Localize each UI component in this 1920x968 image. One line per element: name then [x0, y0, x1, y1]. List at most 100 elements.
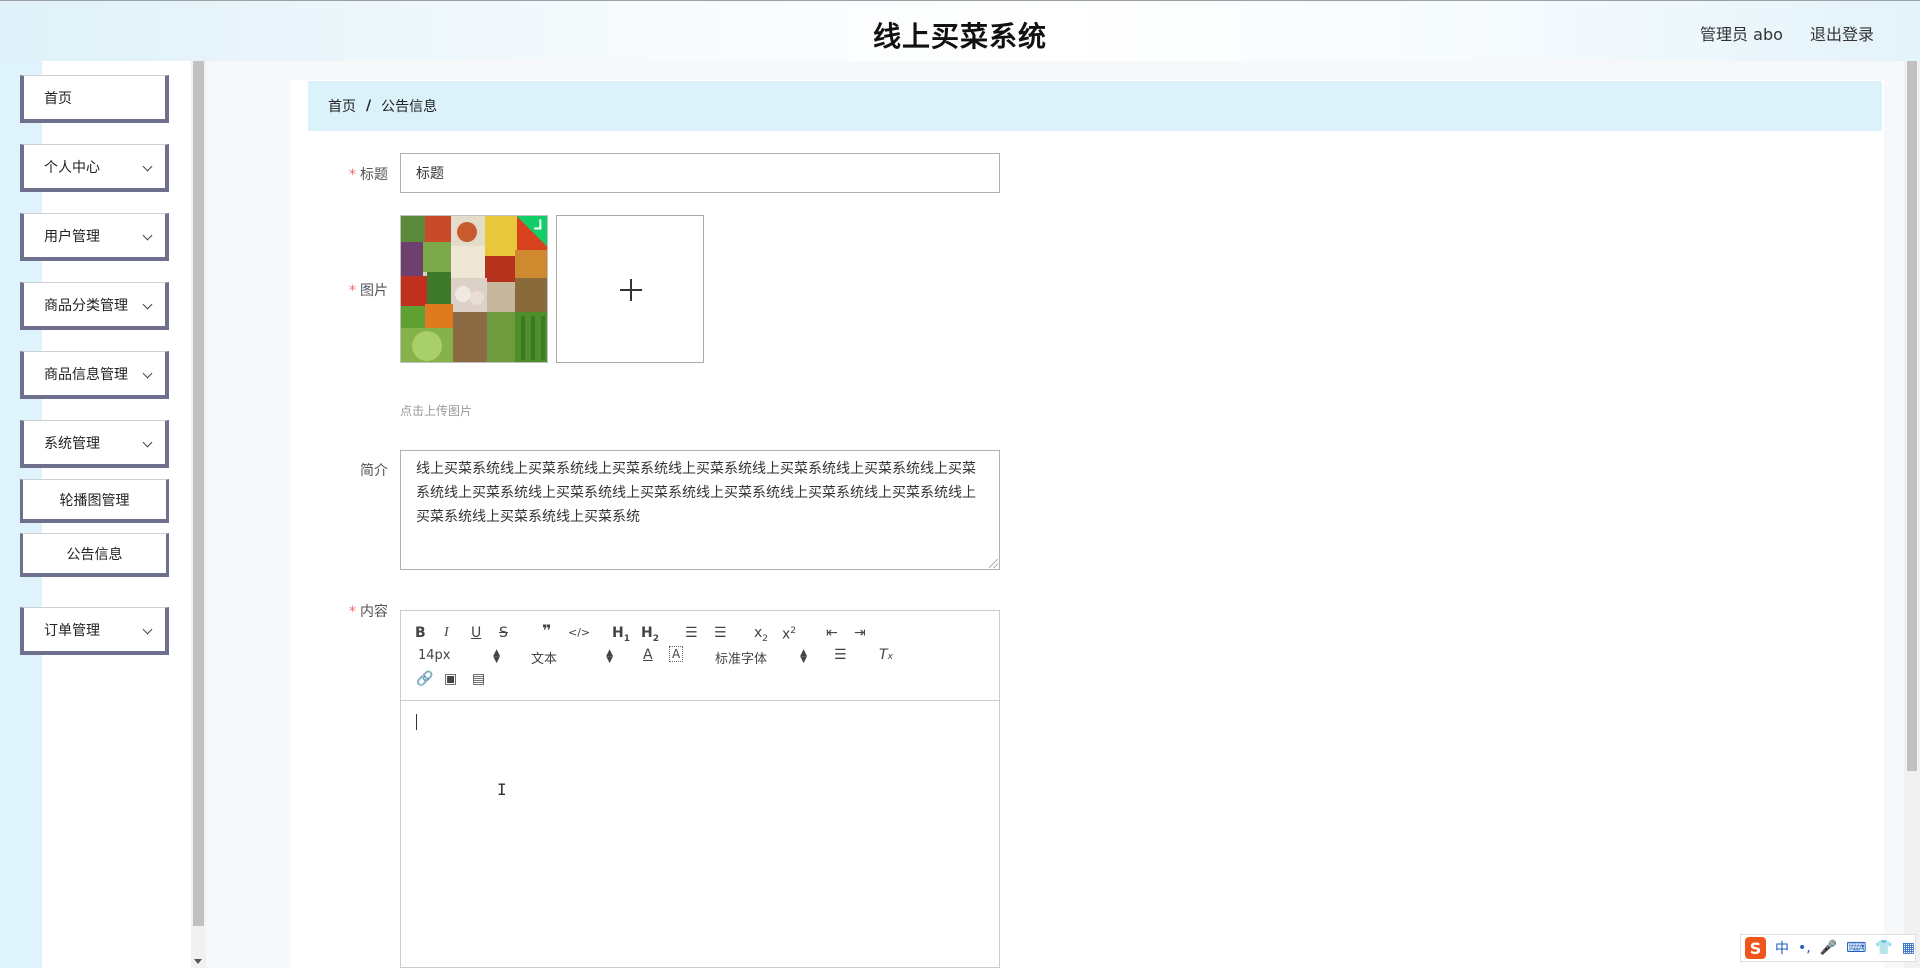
image-label: * 图片	[308, 280, 388, 300]
uploaded-vegetable-image[interactable]	[400, 215, 548, 363]
sidebar-scrollbar[interactable]	[191, 61, 206, 968]
sidebar-item-label: 订单管理	[44, 622, 100, 639]
link-icon[interactable]: 🔗	[416, 670, 433, 688]
vegetable-collage-image	[401, 216, 547, 362]
sidebar-subitem-carousel[interactable]: 轮播图管理	[20, 479, 169, 523]
font-family-value: 标准字体	[715, 652, 768, 667]
bullet-list-icon[interactable]: ☰	[714, 624, 727, 642]
editor-toolbar: B I U S ❞ </> H1 H2 ☰ ☰ x2 x2 ⇤ ⇥ 14px ▲…	[401, 611, 999, 701]
required-marker: *	[349, 283, 356, 299]
font-size-value: 14px	[418, 648, 451, 663]
indent-icon[interactable]: ⇥	[854, 624, 866, 642]
logout-button[interactable]: 退出登录	[1810, 25, 1874, 44]
sidebar-item-personal-center[interactable]: 个人中心	[20, 144, 169, 192]
chevron-down-icon	[142, 624, 153, 635]
sogou-logo-icon[interactable]: S	[1745, 937, 1766, 959]
ime-lang-toggle[interactable]: 中	[1775, 938, 1789, 958]
heading1-icon[interactable]: H1	[612, 624, 630, 648]
background-color-icon[interactable]: A	[669, 646, 684, 662]
text-caret	[416, 714, 417, 730]
admin-user-label: 管理员 abo	[1700, 25, 1783, 44]
code-block-icon[interactable]: </>	[568, 624, 590, 642]
select-updown-icon: ▲ ▼	[800, 648, 807, 665]
chevron-down-icon	[142, 299, 153, 310]
sidebar-item-category-management[interactable]: 商品分类管理	[20, 282, 169, 330]
superscript-icon[interactable]: x2	[782, 622, 796, 644]
ordered-list-icon[interactable]: ☰	[685, 624, 698, 642]
font-size-select[interactable]: 14px ▲ ▼	[418, 648, 500, 665]
sidebar-item-label: 用户管理	[44, 228, 100, 245]
video-icon[interactable]: ▤	[472, 670, 485, 688]
image-label-text: 图片	[360, 283, 388, 299]
sidebar-item-label: 商品信息管理	[44, 366, 128, 383]
italic-icon[interactable]: I	[444, 624, 449, 642]
title-input-value: 标题	[416, 166, 444, 182]
header-format-select[interactable]: 文本 ▲ ▼	[531, 648, 613, 668]
sidebar-item-label: 轮播图管理	[59, 492, 130, 509]
chevron-down-icon	[142, 437, 153, 448]
skin-icon[interactable]: 👕	[1875, 940, 1892, 956]
breadcrumb-home[interactable]: 首页	[328, 96, 356, 116]
sidebar-item-user-management[interactable]: 用户管理	[20, 213, 169, 261]
sidebar-item-product-management[interactable]: 商品信息管理	[20, 351, 169, 399]
sidebar-item-home[interactable]: 首页	[20, 75, 169, 123]
sidebar-item-order-management[interactable]: 订单管理	[20, 607, 169, 655]
site-title: 线上买菜系统	[872, 20, 1047, 53]
resize-handle-icon[interactable]	[989, 559, 998, 568]
content-label: * 内容	[308, 601, 388, 621]
breadcrumb: 首页 / 公告信息	[308, 81, 1882, 131]
sidebar-subitem-announcement[interactable]: 公告信息	[20, 533, 169, 577]
sidebar-item-label: 个人中心	[44, 159, 100, 176]
chevron-down-icon	[142, 368, 153, 379]
intro-textarea[interactable]: 线上买菜系统线上买菜系统线上买菜系统线上买菜系统线上买菜系统线上买菜系统线上买菜…	[400, 450, 1000, 570]
font-family-select[interactable]: 标准字体 ▲ ▼	[715, 648, 807, 668]
image-icon[interactable]: ▣	[444, 670, 457, 688]
sidebar-item-label: 公告信息	[66, 546, 123, 563]
blockquote-icon[interactable]: ❞	[542, 622, 551, 640]
breadcrumb-current: 公告信息	[381, 99, 438, 115]
ime-toolbar: S 中 •, 🎤 ⌨ 👕 ▦	[1740, 934, 1916, 962]
heading2-icon[interactable]: H2	[641, 624, 659, 648]
required-marker: *	[349, 604, 356, 620]
outdent-icon[interactable]: ⇤	[826, 624, 838, 642]
chevron-down-icon	[142, 161, 153, 172]
page-scrollbar-thumb[interactable]	[1907, 61, 1917, 771]
keyboard-icon[interactable]: ⌨	[1846, 940, 1866, 956]
strikethrough-icon[interactable]: S	[499, 624, 508, 642]
header-user-area: 管理员 abo 退出登录	[1678, 21, 1874, 45]
punctuation-icon[interactable]: •,	[1798, 940, 1811, 956]
apps-grid-icon[interactable]: ▦	[1902, 940, 1915, 956]
sidebar-item-label: 首页	[44, 90, 72, 107]
scroll-down-arrow-icon[interactable]	[194, 959, 202, 964]
intro-label: 简介	[308, 460, 388, 480]
plus-icon-vertical	[630, 279, 632, 301]
microphone-icon[interactable]: 🎤	[1820, 940, 1837, 956]
sidebar-item-label: 系统管理	[44, 435, 100, 452]
title-label-text: 标题	[360, 167, 388, 183]
chevron-down-icon	[142, 230, 153, 241]
rich-text-editor: B I U S ❞ </> H1 H2 ☰ ☰ x2 x2 ⇤ ⇥ 14px ▲…	[400, 610, 1000, 968]
upload-tip: 点击上传图片	[400, 404, 473, 418]
select-updown-icon: ▲ ▼	[493, 648, 500, 665]
underline-icon[interactable]: U	[471, 624, 481, 642]
content-label-text: 内容	[360, 604, 388, 620]
align-icon[interactable]: ☰	[834, 646, 847, 664]
page-scrollbar[interactable]	[1904, 61, 1920, 968]
editor-content-area[interactable]	[401, 702, 999, 967]
image-upload-button[interactable]	[556, 215, 704, 363]
title-label: * 标题	[308, 164, 388, 184]
title-input[interactable]: 标题	[400, 153, 1000, 193]
font-color-icon[interactable]: A	[643, 646, 653, 664]
required-marker: *	[349, 167, 356, 183]
top-header: 线上买菜系统 管理员 abo 退出登录	[0, 0, 1920, 61]
breadcrumb-separator: /	[366, 98, 372, 114]
subscript-icon[interactable]: x2	[754, 624, 768, 648]
intro-label-text: 简介	[360, 463, 388, 479]
sidebar-item-label: 商品分类管理	[44, 297, 128, 314]
bold-icon[interactable]: B	[415, 624, 426, 642]
intro-textarea-value: 线上买菜系统线上买菜系统线上买菜系统线上买菜系统线上买菜系统线上买菜系统线上买菜…	[416, 461, 976, 525]
sidebar-item-system-management[interactable]: 系统管理	[20, 420, 169, 468]
select-updown-icon: ▲ ▼	[606, 648, 613, 665]
clear-format-icon[interactable]: Tx	[879, 646, 893, 666]
sidebar-scrollbar-thumb[interactable]	[193, 61, 204, 926]
